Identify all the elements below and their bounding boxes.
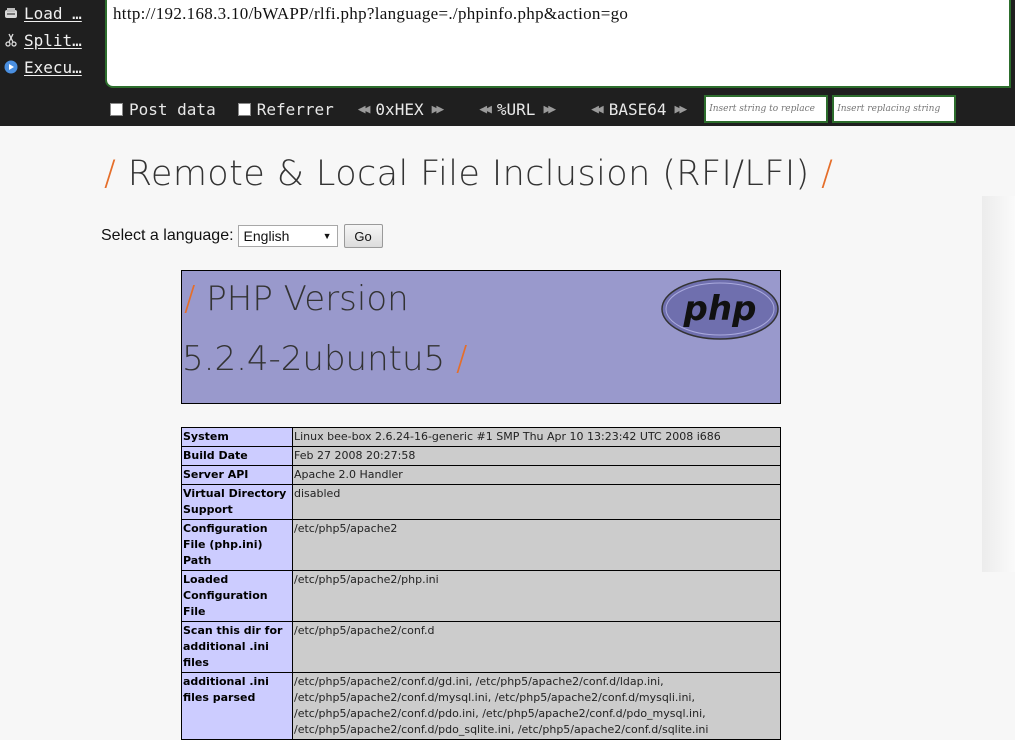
hackbar-options: Post data Referrer ◀◀ 0xHEX ▶▶ ◀◀ %URL ▶… [104, 92, 1015, 126]
row-key: System [181, 427, 293, 447]
execute-button[interactable]: Execu… [4, 56, 102, 78]
referrer-label: Referrer [256, 99, 334, 119]
php-version-number-line: 5.2.4-2ubuntu5 / [182, 339, 467, 379]
table-row: Configuration File (php.ini) Path /etc/p… [181, 519, 781, 571]
row-value: disabled [292, 484, 781, 520]
row-value: /etc/php5/apache2/php.ini [292, 570, 781, 622]
content-edge-shadow [982, 196, 1015, 572]
url-encoder-label: %URL [496, 99, 536, 119]
title-slash-left: / [104, 154, 117, 194]
page-title-text: Remote & Local File Inclusion (RFI/LFI) [127, 154, 810, 194]
row-value: Linux bee-box 2.6.24-16-generic #1 SMP T… [292, 427, 781, 447]
double-right-arrow-icon: ▶▶ [543, 101, 556, 117]
url-encoder[interactable]: ◀◀ %URL ▶▶ [471, 100, 561, 119]
hex-encoder[interactable]: ◀◀ 0xHEX ▶▶ [350, 100, 449, 119]
base64-encoder-label: BASE64 [608, 99, 667, 119]
split-url-icon [4, 33, 18, 47]
table-row: Build Date Feb 27 2008 20:27:58 [181, 446, 781, 466]
row-key: Server API [181, 465, 293, 485]
php-logo-text: php [683, 289, 757, 329]
base64-encoder[interactable]: ◀◀ BASE64 ▶▶ [583, 100, 692, 119]
hackbar-actions: Load … Split… Execu… [0, 0, 104, 90]
row-value: /etc/php5/apache2/conf.d [292, 621, 781, 673]
phpinfo-table: System Linux bee-box 2.6.24-16-generic #… [181, 427, 781, 740]
load-url-button[interactable]: Load … [4, 2, 102, 24]
load-url-label: Load … [24, 3, 82, 23]
row-key: Scan this dir for additional .ini files [181, 621, 293, 673]
table-row: additional .ini files parsed /etc/php5/a… [181, 672, 781, 740]
header-slash-left: / [184, 279, 196, 319]
table-row: Virtual Directory Support disabled [181, 484, 781, 520]
header-slash-right: / [455, 339, 468, 379]
language-label: Select a language: [101, 227, 234, 244]
double-left-arrow-icon: ◀◀ [357, 101, 371, 117]
insert-string-input[interactable] [704, 95, 829, 123]
split-url-button[interactable]: Split… [4, 29, 102, 51]
php-version-heading: / PHP Version [184, 279, 409, 319]
double-right-arrow-icon: ▶▶ [431, 101, 445, 117]
row-value: /etc/php5/apache2 [292, 519, 781, 571]
post-data-checkbox[interactable]: Post data [110, 100, 216, 119]
double-left-arrow-icon: ◀◀ [479, 101, 492, 117]
row-key: Virtual Directory Support [181, 484, 293, 520]
chevron-down-icon: ▼ [322, 231, 332, 241]
phpinfo-header: / PHP Version 5.2.4-2ubuntu5 / php [181, 270, 781, 404]
double-left-arrow-icon: ◀◀ [591, 101, 604, 117]
row-value: /etc/php5/apache2/conf.d/gd.ini, /etc/ph… [292, 672, 781, 740]
row-key: additional .ini files parsed [181, 672, 293, 740]
referrer-checkbox[interactable]: Referrer [237, 99, 334, 119]
hackbar-toolbar: Load … Split… Execu… Post data Referrer … [0, 0, 1015, 126]
post-data-label: Post data [129, 99, 216, 119]
url-textarea[interactable] [105, 0, 1011, 88]
post-data-checkbox-box [110, 102, 123, 116]
table-row: System Linux bee-box 2.6.24-16-generic #… [181, 427, 781, 447]
go-button[interactable]: Go [343, 224, 383, 248]
hex-encoder-label: 0xHEX [375, 99, 424, 119]
row-key: Build Date [181, 446, 293, 466]
load-url-icon [4, 6, 18, 20]
page-title: / Remote & Local File Inclusion (RFI/LFI… [104, 154, 833, 194]
table-row: Scan this dir for additional .ini files … [181, 621, 781, 673]
php-version-number: 5.2.4-2ubuntu5 [182, 339, 446, 379]
execute-icon [4, 60, 18, 74]
double-right-arrow-icon: ▶▶ [674, 101, 688, 117]
title-slash-right: / [821, 154, 834, 194]
language-form: Select a language: English ▼ Go [101, 224, 383, 248]
language-selected-value: English [243, 228, 290, 244]
row-key: Configuration File (php.ini) Path [181, 519, 293, 571]
execute-label: Execu… [24, 57, 82, 77]
row-value: Apache 2.0 Handler [292, 465, 781, 485]
table-row: Loaded Configuration File /etc/php5/apac… [181, 570, 781, 622]
php-version-label: PHP Version [206, 279, 409, 319]
row-value: Feb 27 2008 20:27:58 [292, 446, 781, 466]
insert-replacing-input[interactable] [832, 95, 957, 123]
php-logo[interactable]: php [660, 277, 780, 345]
language-select[interactable]: English ▼ [237, 225, 338, 247]
row-key: Loaded Configuration File [181, 570, 293, 622]
referrer-checkbox-box [237, 102, 251, 116]
table-row: Server API Apache 2.0 Handler [181, 465, 781, 485]
split-url-label: Split… [24, 30, 82, 50]
